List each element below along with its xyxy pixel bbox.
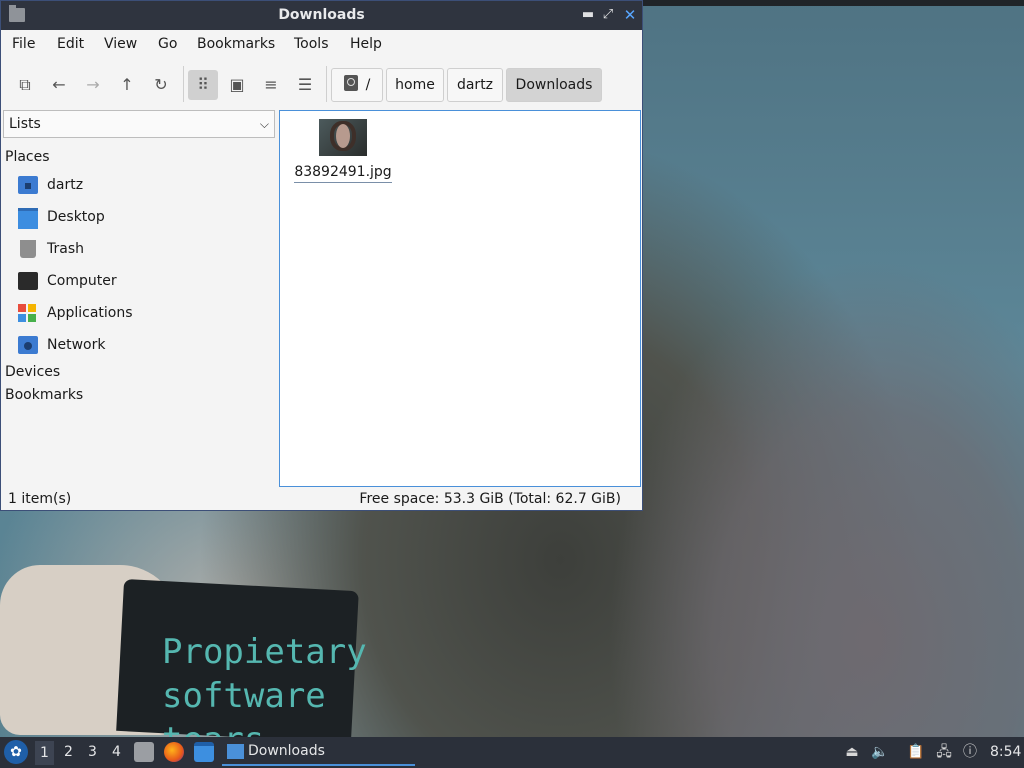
menu-tools[interactable]: Tools: [294, 36, 329, 52]
workspace-4[interactable]: 4: [112, 744, 121, 760]
new-tab-icon[interactable]: ⧉: [10, 70, 40, 100]
workspace-3[interactable]: 3: [88, 744, 97, 760]
sidebar-item-label: dartz: [47, 177, 84, 193]
places-heading[interactable]: Places: [5, 149, 50, 165]
sidebar-item-label: Desktop: [47, 209, 105, 225]
status-bar: 1 item(s) Free space: 53.3 GiB (Total: 6…: [0, 489, 641, 509]
sidebar-item-label: Trash: [47, 241, 84, 257]
devices-heading[interactable]: Devices: [5, 364, 60, 380]
back-icon[interactable]: ←: [44, 70, 74, 100]
bookmarks-heading[interactable]: Bookmarks: [5, 387, 83, 403]
menu-help[interactable]: Help: [350, 36, 382, 52]
minimize-button[interactable]: ▬: [579, 5, 597, 25]
sidebar-mode-value: Lists: [9, 116, 41, 132]
desktop-launcher-icon[interactable]: [194, 742, 214, 762]
thumbnail-view-icon[interactable]: ▣: [222, 70, 252, 100]
start-menu-icon[interactable]: ✿: [4, 740, 28, 764]
eject-icon[interactable]: ⏏: [843, 743, 861, 761]
breadcrumb-downloads[interactable]: Downloads: [506, 68, 602, 102]
file-manager-launcher-icon[interactable]: [134, 742, 154, 762]
title-bar[interactable]: Downloads ▬ ⤢ ✕: [1, 1, 642, 30]
up-icon[interactable]: ↑: [112, 70, 142, 100]
reload-icon[interactable]: ↻: [146, 70, 176, 100]
sidebar-item-label: Network: [47, 337, 106, 353]
detailed-list-view-icon[interactable]: ☰: [290, 70, 320, 100]
forward-icon[interactable]: →: [78, 70, 108, 100]
menu-edit[interactable]: Edit: [57, 36, 84, 52]
folder-icon: [227, 744, 244, 759]
menu-go[interactable]: Go: [158, 36, 177, 52]
menu-file[interactable]: File: [12, 36, 35, 52]
computer-icon: [18, 272, 38, 290]
menu-view[interactable]: View: [104, 36, 137, 52]
menu-bookmarks[interactable]: Bookmarks: [197, 36, 275, 52]
workspace-2[interactable]: 2: [64, 744, 73, 760]
compact-view-icon[interactable]: ≡: [256, 70, 286, 100]
taskbar: ✿ 1 2 3 4 Downloads ⏏ 🔈 📋 🖧 ⓘ 8:54: [0, 737, 1024, 768]
close-button[interactable]: ✕: [621, 5, 639, 25]
volume-icon[interactable]: 🔈: [871, 743, 889, 761]
workspace-1[interactable]: 1: [35, 741, 54, 765]
network-icon: [18, 336, 38, 354]
breadcrumb-root-label: /: [365, 77, 371, 93]
breadcrumb-home[interactable]: home: [386, 68, 444, 102]
sidebar-item-label: Applications: [47, 305, 133, 321]
sidebar-item-label: Computer: [47, 273, 117, 289]
breadcrumb-root[interactable]: /: [331, 68, 383, 102]
clock[interactable]: 8:54: [990, 744, 1021, 760]
home-folder-icon: [18, 176, 38, 194]
clipboard-icon[interactable]: 📋: [907, 743, 925, 761]
desktop-icon: [18, 208, 38, 229]
firefox-launcher-icon[interactable]: [164, 742, 184, 762]
chevron-down-icon: ⌵: [259, 117, 269, 131]
free-space: Free space: 53.3 GiB (Total: 62.7 GiB): [359, 491, 621, 507]
item-count: 1 item(s): [8, 491, 72, 507]
file-name[interactable]: 83892491.jpg: [294, 164, 392, 183]
thumbnail-detail: [336, 124, 350, 148]
toolbar-separator: [183, 66, 184, 102]
maximize-button[interactable]: ⤢: [599, 5, 617, 25]
notification-icon[interactable]: ⓘ: [961, 743, 979, 761]
taskbar-window-downloads[interactable]: Downloads: [222, 739, 415, 766]
breadcrumb-dartz[interactable]: dartz: [447, 68, 503, 102]
task-label: Downloads: [248, 743, 325, 759]
trash-icon: [20, 240, 36, 258]
toolbar-separator: [326, 66, 327, 102]
window-title: Downloads: [278, 7, 365, 23]
sidebar-mode-select[interactable]: Lists ⌵: [3, 110, 275, 138]
drive-icon: [343, 75, 358, 91]
applications-icon: [18, 304, 38, 322]
network-tray-icon[interactable]: 🖧: [935, 743, 953, 761]
icon-view-icon[interactable]: ⠿: [188, 70, 218, 100]
